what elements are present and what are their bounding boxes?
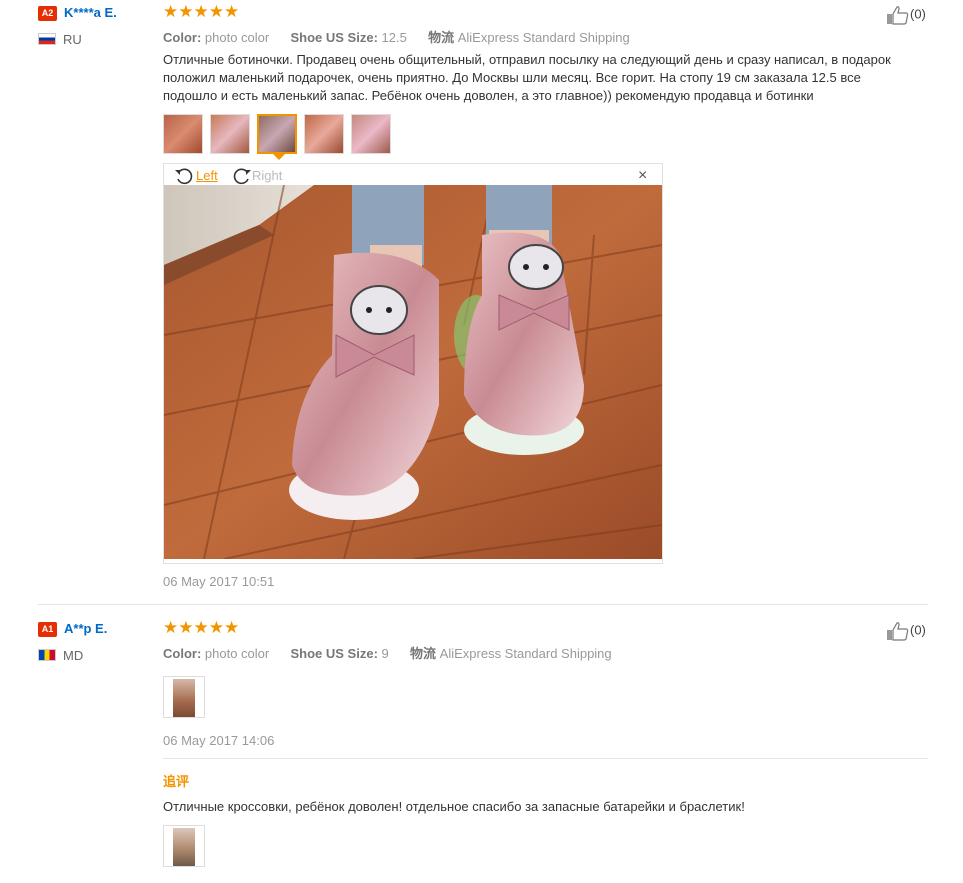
review-photo-image — [164, 185, 662, 559]
size-label: Shoe US Size: — [290, 30, 378, 45]
color-label: Color: — [163, 30, 202, 45]
rotate-right-button[interactable]: Right — [230, 166, 282, 186]
logistics-label: 物流 — [410, 646, 437, 661]
helpful-count: (0) — [910, 622, 926, 638]
helpful-count: (0) — [910, 6, 926, 22]
flag-icon — [38, 33, 56, 45]
review-date: 06 May 2017 14:06 — [163, 733, 275, 748]
buyer-level-badge: A1 — [38, 622, 57, 637]
photo-viewer: Left Right × — [163, 163, 663, 564]
followup-divider — [163, 758, 928, 759]
reviewer-name[interactable]: A**p E. — [64, 621, 107, 636]
helpful-button[interactable]: (0) — [886, 5, 926, 25]
review-photo — [164, 185, 662, 559]
buyer-level-badge: A2 — [38, 6, 57, 21]
reviewer-country: RU — [63, 32, 82, 47]
followup-title: 追评 — [163, 774, 190, 789]
logistics-value: AliExpress Standard Shipping — [457, 30, 630, 45]
size-value: 12.5 — [381, 30, 407, 45]
size-label: Shoe US Size: — [290, 646, 378, 661]
reviewer-name[interactable]: K****a E. — [64, 5, 117, 20]
order-info: Color: photo color Shoe US Size: 9 物流 Al… — [163, 643, 612, 662]
rating-stars: ★★★★★ — [163, 2, 240, 21]
rotate-right-icon — [233, 168, 251, 185]
followup-text: Отличные кроссовки, ребёнок доволен! отд… — [163, 799, 745, 814]
size-value: 9 — [381, 646, 389, 661]
logistics-label: 物流 — [428, 30, 455, 45]
color-label: Color: — [163, 646, 202, 661]
helpful-button[interactable]: (0) — [886, 621, 926, 641]
rotate-left-button[interactable]: Left — [174, 166, 218, 186]
review-divider — [38, 604, 928, 605]
review-text: Отличные ботиночки. Продавец очень общит… — [163, 52, 891, 103]
order-info: Color: photo color Shoe US Size: 12.5 物流… — [163, 27, 630, 46]
thumbs-up-icon — [887, 6, 909, 25]
followup-photo-thumbnail[interactable] — [163, 825, 205, 867]
photo-thumbnail[interactable] — [163, 676, 205, 718]
photo-thumbnail[interactable] — [351, 114, 391, 154]
review-date: 06 May 2017 10:51 — [163, 574, 275, 589]
selected-indicator-icon — [273, 154, 285, 160]
color-value: photo color — [204, 646, 270, 661]
photo-thumbnail[interactable] — [304, 114, 344, 154]
flag-icon — [38, 649, 56, 661]
logistics-value: AliExpress Standard Shipping — [439, 646, 612, 661]
rotate-left-label: Left — [196, 168, 218, 184]
photo-thumbnail[interactable] — [163, 114, 203, 154]
photo-thumbnail[interactable] — [210, 114, 250, 154]
rotate-left-icon — [175, 168, 193, 185]
photo-thumbnail-selected[interactable] — [257, 114, 297, 154]
color-value: photo color — [204, 30, 270, 45]
thumbs-up-icon — [887, 622, 909, 641]
rating-stars: ★★★★★ — [163, 618, 240, 637]
close-icon[interactable]: × — [638, 167, 647, 185]
rotate-right-label: Right — [252, 168, 283, 184]
reviewer-country: MD — [63, 648, 84, 663]
